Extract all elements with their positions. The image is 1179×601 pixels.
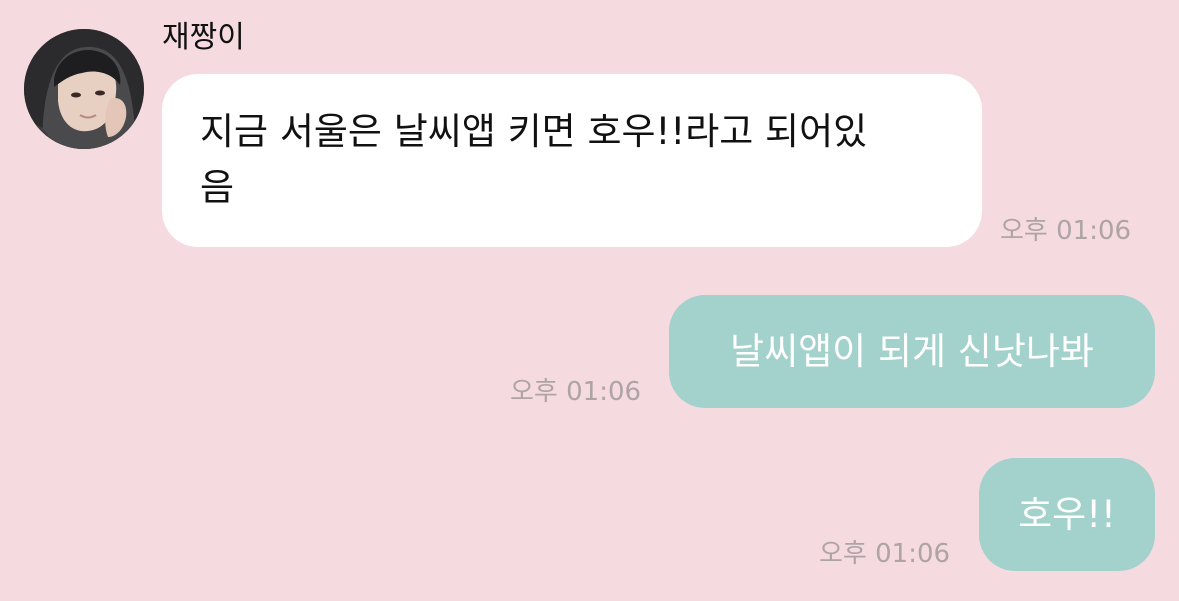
- outgoing-message-bubble[interactable]: 날씨앱이 되게 신낫나봐: [669, 295, 1155, 408]
- avatar[interactable]: [24, 29, 144, 149]
- incoming-message-bubble[interactable]: 지금 서울은 날씨앱 키면 호우!!라고 되어있 음: [162, 74, 982, 247]
- message-text: 호우!!: [1018, 493, 1116, 536]
- message-text-line: 지금 서울은 날씨앱 키면 호우!!라고 되어있: [200, 110, 868, 153]
- outgoing-message-bubble[interactable]: 호우!!: [979, 458, 1155, 571]
- message-text: 날씨앱이 되게 신낫나봐: [730, 330, 1094, 373]
- sender-name: 재짱이: [162, 20, 245, 55]
- message-timestamp: 오후 01:06: [1000, 216, 1132, 246]
- profile-photo: [24, 29, 144, 149]
- message-text-line: 음: [200, 166, 235, 209]
- message-timestamp: 오후 01:06: [819, 539, 951, 569]
- message-timestamp: 오후 01:06: [510, 377, 642, 407]
